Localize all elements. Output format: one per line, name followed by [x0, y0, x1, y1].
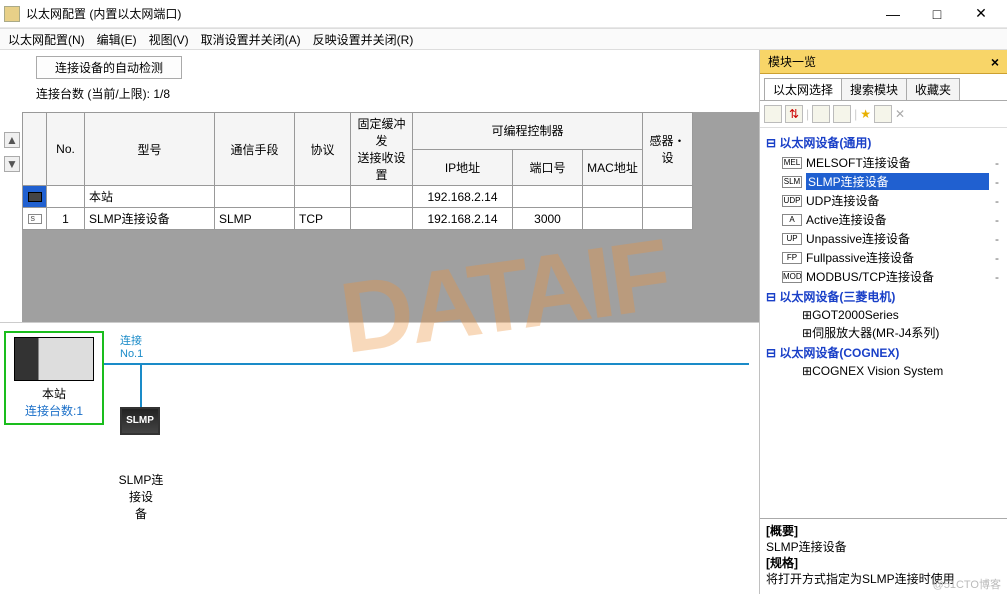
- window-title: 以太网配置 (内置以太网端口): [26, 5, 871, 22]
- toolbar-icon-6[interactable]: [874, 105, 892, 123]
- slmp-node-label: SLMP连接设 备: [113, 471, 169, 522]
- col-mac[interactable]: MAC地址: [583, 149, 643, 186]
- device-host-icon: [28, 192, 42, 202]
- module-tabs: 以太网选择 搜索模块 收藏夹: [760, 74, 1007, 101]
- device-slmp-icon: [28, 214, 42, 224]
- slmp-node[interactable]: SLMP: [120, 407, 160, 435]
- minimize-button[interactable]: —: [871, 0, 915, 28]
- col-comm[interactable]: 通信手段: [215, 113, 295, 186]
- star-icon[interactable]: ★: [860, 107, 871, 121]
- tree-item[interactable]: UPUnpassive连接设备-: [762, 229, 1005, 248]
- module-list-header: 模块一览 ×: [760, 50, 1007, 74]
- tab-search-module[interactable]: 搜索模块: [841, 78, 907, 100]
- detail-spec-header: [规格]: [766, 555, 1001, 571]
- menu-cancel-close[interactable]: 取消设置并关闭(A): [201, 31, 301, 48]
- col-model[interactable]: 型号: [85, 113, 215, 186]
- col-ip[interactable]: IP地址: [413, 149, 513, 186]
- tree-item[interactable]: ⊞ COGNEX Vision System: [782, 363, 1005, 379]
- tree-cat-general: ⊟ 以太网设备(通用): [762, 132, 1005, 153]
- module-tree: ⊟ 以太网设备(通用) MELMELSOFT连接设备-SLMSLMP连接设备-U…: [760, 128, 1007, 518]
- sort-icon[interactable]: ⇅: [785, 105, 803, 123]
- tab-ethernet-select[interactable]: 以太网选择: [764, 78, 842, 100]
- col-buffer[interactable]: 固定缓冲发 送接收设置: [351, 113, 413, 186]
- row-up-button[interactable]: ▲: [4, 132, 20, 148]
- module-type-icon: MEL: [782, 157, 802, 169]
- module-type-icon: UP: [782, 233, 802, 245]
- toolbar-icon-1[interactable]: [764, 105, 782, 123]
- menu-apply-close[interactable]: 反映设置并关闭(R): [313, 31, 414, 48]
- close-button[interactable]: ✕: [959, 0, 1003, 28]
- col-no[interactable]: No.: [47, 113, 85, 186]
- device-grid: No. 型号 通信手段 协议 固定缓冲发 送接收设置 可编程控制器 感器・设 I…: [22, 112, 759, 322]
- tree-cat-mitsubishi: ⊟ 以太网设备(三菱电机): [762, 286, 1005, 307]
- toolbar-icon-4[interactable]: [833, 105, 851, 123]
- autodetect-button[interactable]: 连接设备的自动检测: [36, 56, 182, 79]
- menubar: 以太网配置(N) 编辑(E) 视图(V) 取消设置并关闭(A) 反映设置并关闭(…: [0, 28, 1007, 50]
- col-plc[interactable]: 可编程控制器: [413, 113, 643, 150]
- connection-diagram: 本站 连接台数:1 连接 No.1 SLMP SLMP连接设 备: [0, 322, 759, 576]
- col-sensor[interactable]: 感器・设: [643, 113, 693, 186]
- detail-summary-text: SLMP连接设备: [766, 539, 1001, 555]
- module-list-title: 模块一览: [768, 53, 816, 70]
- tree-item[interactable]: ⊞ GOT2000Series: [782, 307, 1005, 323]
- tree-item[interactable]: MODMODBUS/TCP连接设备-: [762, 267, 1005, 286]
- module-type-icon: UDP: [782, 195, 802, 207]
- table-row[interactable]: 本站 192.168.2.14: [23, 186, 693, 208]
- delete-icon[interactable]: ✕: [895, 107, 905, 121]
- titlebar: 以太网配置 (内置以太网端口) — □ ✕: [0, 0, 1007, 28]
- app-icon: [4, 6, 20, 22]
- host-icon: [14, 337, 94, 381]
- module-type-icon: MOD: [782, 271, 802, 283]
- tree-item[interactable]: ⊞ 伺服放大器(MR-J4系列): [782, 323, 1005, 342]
- col-proto[interactable]: 协议: [295, 113, 351, 186]
- module-toolbar: ⇅ | | ★ ✕: [760, 101, 1007, 128]
- menu-view[interactable]: 视图(V): [149, 31, 189, 48]
- row-down-button[interactable]: ▼: [4, 156, 20, 172]
- tab-favorites[interactable]: 收藏夹: [906, 78, 960, 100]
- menu-ethernet[interactable]: 以太网配置(N): [8, 31, 85, 48]
- module-type-icon: SLM: [782, 176, 802, 188]
- menu-edit[interactable]: 编辑(E): [97, 31, 137, 48]
- module-type-icon: A: [782, 214, 802, 226]
- drop-line: [140, 363, 142, 407]
- maximize-button[interactable]: □: [915, 0, 959, 28]
- connection-count-label: 连接台数 (当前/上限):: [36, 87, 150, 101]
- tree-item[interactable]: FPFullpassive连接设备-: [762, 248, 1005, 267]
- tree-cat-cognex: ⊟ 以太网设备(COGNEX): [762, 342, 1005, 363]
- credit-text: @51CTO博客: [933, 576, 1001, 592]
- connection-label: 连接 No.1: [120, 335, 143, 361]
- table-row[interactable]: 1 SLMP连接设备 SLMP TCP 192.168.2.14 3000: [23, 208, 693, 230]
- module-type-icon: FP: [782, 252, 802, 264]
- connection-count-value: 1/8: [153, 87, 170, 101]
- toolbar-icon-3[interactable]: [812, 105, 830, 123]
- tree-item[interactable]: AActive连接设备-: [762, 210, 1005, 229]
- bus-line: [104, 363, 749, 365]
- host-label: 本站: [10, 385, 98, 402]
- tree-item[interactable]: UDPUDP连接设备-: [762, 191, 1005, 210]
- host-node[interactable]: 本站 连接台数:1: [4, 331, 104, 425]
- host-count: 连接台数:1: [10, 402, 98, 419]
- col-port[interactable]: 端口号: [513, 149, 583, 186]
- panel-close-icon[interactable]: ×: [991, 54, 999, 70]
- tree-item[interactable]: MELMELSOFT连接设备-: [762, 153, 1005, 172]
- tree-item[interactable]: SLMSLMP连接设备-: [762, 172, 1005, 191]
- detail-summary-header: [概要]: [766, 523, 1001, 539]
